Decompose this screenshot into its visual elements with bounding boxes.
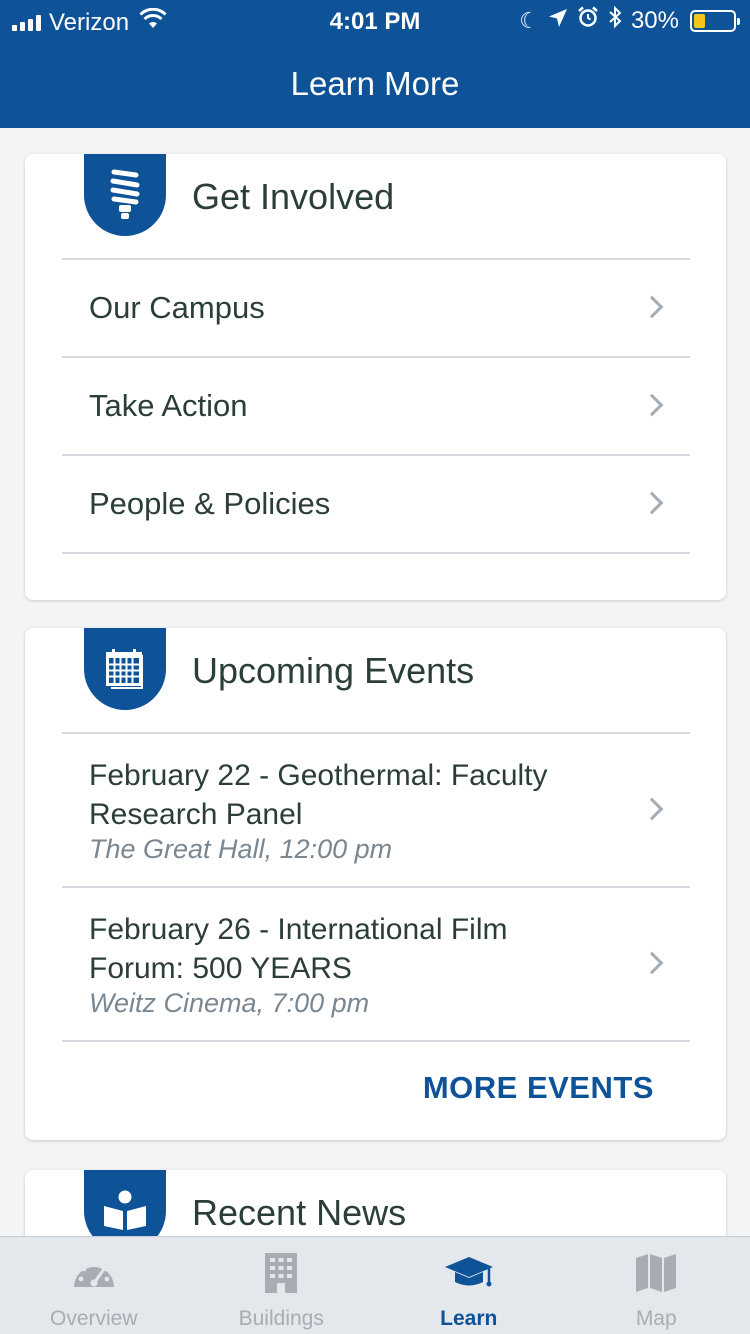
tab-map[interactable]: Map: [563, 1237, 750, 1334]
calendar-icon: [106, 649, 143, 689]
gauge-icon: [69, 1251, 119, 1295]
tab-label: Learn: [440, 1307, 498, 1330]
get-involved-card: Get Involved Our Campus Take Action Peop…: [25, 154, 726, 600]
list-item-take-action[interactable]: Take Action: [62, 358, 690, 454]
tab-label: Map: [635, 1307, 677, 1330]
tab-buildings[interactable]: Buildings: [188, 1237, 376, 1334]
recent-news-title: Recent News: [192, 1192, 407, 1233]
recent-news-card: Recent News: [25, 1170, 726, 1236]
battery-percent: 30%: [630, 6, 679, 34]
list-item-label: Take Action: [89, 388, 248, 423]
chevron-right-icon: [640, 491, 664, 515]
chevron-right-icon: [640, 951, 664, 975]
chevron-right-icon: [640, 797, 664, 821]
event-location-time: The Great Hall, 12:00 pm: [89, 834, 393, 864]
lightbulb-icon: [110, 169, 140, 219]
list-item-our-campus[interactable]: Our Campus: [62, 260, 690, 356]
upcoming-events-card: Upcoming Events February 22 - Geothermal…: [25, 628, 726, 1140]
bluetooth-icon: [608, 5, 622, 35]
event-item[interactable]: February 22 - Geothermal: Faculty Resear…: [62, 734, 690, 886]
upcoming-events-title: Upcoming Events: [192, 650, 475, 691]
chevron-right-icon: [640, 295, 664, 319]
calendar-badge: [84, 628, 166, 710]
chevron-right-icon: [640, 393, 664, 417]
event-item[interactable]: February 26 - International Film Forum: …: [62, 888, 690, 1040]
event-title: February 22 - Geothermal: Faculty Resear…: [89, 759, 548, 831]
alarm-icon: [577, 6, 599, 35]
list-item-label: People & Policies: [89, 486, 331, 521]
tab-overview[interactable]: Overview: [0, 1237, 188, 1334]
tab-bar: Overview Buildings Learn Map: [0, 1236, 750, 1334]
list-item-label: Our Campus: [89, 290, 265, 325]
reader-book-icon: [104, 1190, 146, 1230]
lightbulb-badge: [84, 154, 166, 236]
tab-label: Buildings: [238, 1307, 324, 1330]
divider: [62, 552, 690, 554]
graduation-cap-icon: [444, 1251, 494, 1295]
get-involved-title: Get Involved: [192, 176, 395, 217]
page-title: Learn More: [290, 65, 460, 102]
divider: [62, 1040, 690, 1042]
reader-badge: [84, 1170, 166, 1236]
nav-bar: Learn More: [0, 40, 750, 128]
building-icon: [256, 1251, 306, 1295]
battery-icon: [690, 9, 740, 32]
event-title: February 26 - International Film Forum: …: [89, 913, 508, 985]
status-bar: Verizon 4:01 PM ☾ 30%: [0, 0, 750, 40]
battery-level: [694, 13, 705, 28]
tab-label: Overview: [49, 1307, 138, 1330]
content-scroll[interactable]: Get Involved Our Campus Take Action Peop…: [0, 128, 750, 1236]
tab-learn[interactable]: Learn: [375, 1237, 563, 1334]
location-arrow-icon: [548, 7, 568, 35]
more-events-button[interactable]: MORE EVENTS: [423, 1070, 654, 1106]
list-item-people-policies[interactable]: People & Policies: [62, 456, 690, 552]
moon-icon: ☾: [519, 7, 539, 33]
map-icon: [631, 1251, 681, 1295]
event-location-time: Weitz Cinema, 7:00 pm: [89, 988, 370, 1018]
